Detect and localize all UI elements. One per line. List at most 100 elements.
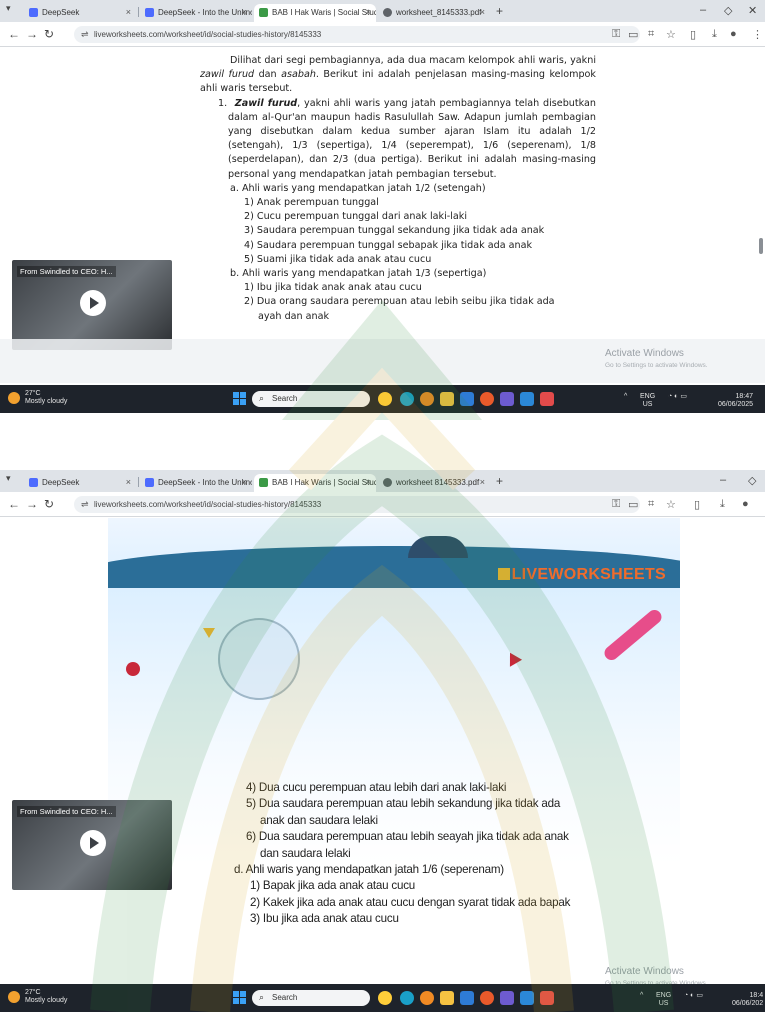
close-window-button[interactable]: ✕: [748, 4, 757, 17]
site-info-icon[interactable]: ⇌: [81, 499, 89, 510]
play-icon[interactable]: [80, 290, 106, 316]
cast-icon[interactable]: ▭: [628, 498, 638, 511]
tray-chevron-icon[interactable]: ^: [624, 393, 627, 401]
tab-deepseek[interactable]: DeepSeek ×: [24, 474, 136, 492]
back-icon[interactable]: ←: [8, 497, 20, 511]
language-indicator[interactable]: ENG US: [640, 393, 655, 409]
brand-text: LIVEWORKSHEETS: [511, 566, 666, 583]
clock[interactable]: 18:4 06/06/202: [732, 992, 763, 1008]
network-icon[interactable]: ◔ ◐ ▭: [668, 393, 687, 401]
menu-kebab-icon[interactable]: ⋮: [752, 28, 763, 41]
download-icon[interactable]: ⤓: [720, 498, 725, 511]
close-icon[interactable]: ×: [126, 7, 131, 17]
translate-icon[interactable]: ⌗: [648, 28, 654, 41]
app-icon[interactable]: [500, 392, 514, 406]
maximize-button[interactable]: ◇: [748, 474, 756, 487]
taskbar-search[interactable]: ⌕ Search: [252, 990, 370, 1006]
reload-icon[interactable]: ↻: [44, 27, 54, 41]
new-tab-button[interactable]: +: [496, 4, 503, 18]
scrollbar-thumb[interactable]: [759, 238, 763, 254]
app-icon[interactable]: [500, 991, 514, 1005]
bookmark-star-icon[interactable]: ☆: [666, 28, 676, 41]
profile-avatar[interactable]: ●: [730, 28, 737, 40]
password-key-icon[interactable]: ⚿: [612, 498, 620, 511]
store-icon[interactable]: [460, 392, 474, 406]
reload-icon[interactable]: ↻: [44, 497, 54, 511]
sidebar-icon[interactable]: ▯: [694, 498, 700, 511]
app-icon[interactable]: [480, 392, 494, 406]
profile-avatar[interactable]: ●: [742, 498, 749, 510]
copilot-icon[interactable]: [378, 392, 392, 406]
edge-icon[interactable]: [400, 991, 414, 1005]
password-key-icon[interactable]: ⚿: [612, 28, 620, 41]
taskbar-search[interactable]: ⌕ Search: [252, 391, 370, 407]
clock[interactable]: 18:47 06/06/2025: [718, 393, 753, 409]
url-field[interactable]: ⇌ liveworksheets.com/worksheet/id/social…: [74, 496, 640, 513]
start-button[interactable]: [233, 392, 247, 406]
tab-worksheet-pdf[interactable]: worksheet_8145333.pdf ×: [378, 4, 490, 22]
tab-deepseek-into-unknown[interactable]: DeepSeek - Into the Unknown ×: [140, 474, 252, 492]
weather-widget[interactable]: 27°C Mostly cloudy: [8, 390, 67, 406]
tab-bab-hak-waris[interactable]: BAB I Hak Waris | Social Studie ×: [254, 4, 376, 22]
activate-title: Activate Windows: [605, 348, 684, 359]
weather-widget[interactable]: 27°C Mostly cloudy: [8, 989, 67, 1005]
file-explorer-icon[interactable]: [440, 991, 454, 1005]
tab-search-icon[interactable]: ▾: [6, 3, 11, 14]
forward-icon[interactable]: →: [26, 27, 38, 41]
maximize-button[interactable]: ◇: [724, 4, 732, 17]
subheading-b: b. Ahli waris yang mendapatkan jatah 1/3…: [230, 268, 487, 280]
download-icon[interactable]: ⤓: [712, 28, 717, 41]
weather-temp: 27°C: [24, 989, 41, 996]
close-icon[interactable]: ×: [366, 7, 371, 17]
app-icon[interactable]: [480, 991, 494, 1005]
decorative-triangle: [503, 649, 523, 667]
floating-video-player[interactable]: From Swindled to CEO: H...: [12, 800, 172, 890]
close-icon[interactable]: ×: [480, 7, 485, 17]
search-label: Search: [272, 394, 298, 403]
search-icon: ⌕: [259, 393, 265, 403]
worksheet-line: 1) Bapak jika ada anak atau cucu: [250, 879, 416, 893]
store-icon[interactable]: [460, 991, 474, 1005]
copilot-icon[interactable]: [378, 991, 392, 1005]
edge-icon[interactable]: [400, 392, 414, 406]
close-icon[interactable]: ×: [242, 7, 247, 17]
forward-icon[interactable]: →: [26, 497, 38, 511]
deepseek-icon: [29, 478, 38, 487]
tab-worksheet-pdf[interactable]: worksheet 8145333.pdf ×: [378, 474, 490, 492]
tray-chevron-icon[interactable]: ^: [640, 992, 643, 1000]
minimize-button[interactable]: –: [700, 4, 706, 16]
site-info-icon[interactable]: ⇌: [81, 29, 89, 40]
tab-label: DeepSeek - Into the Unknown: [158, 8, 252, 17]
close-icon[interactable]: ×: [480, 477, 485, 487]
video-title: From Swindled to CEO: H...: [17, 806, 116, 817]
back-icon[interactable]: ←: [8, 27, 20, 41]
close-icon[interactable]: ×: [126, 477, 131, 487]
sidebar-icon[interactable]: ▯: [690, 28, 696, 41]
app-icon[interactable]: [540, 392, 554, 406]
network-icon[interactable]: ◔ ◐ ▭: [684, 992, 703, 1000]
floating-video-player[interactable]: From Swindled to CEO: H...: [12, 260, 172, 350]
app-icon[interactable]: [520, 392, 534, 406]
new-tab-button[interactable]: +: [496, 474, 503, 488]
cast-icon[interactable]: ▭: [628, 28, 638, 41]
tab-deepseek-into-unknown[interactable]: DeepSeek - Into the Unknown ×: [140, 4, 252, 22]
tab-search-icon[interactable]: ▾: [6, 473, 11, 484]
close-icon[interactable]: ×: [242, 477, 247, 487]
translate-icon[interactable]: ⌗: [648, 498, 654, 511]
close-icon[interactable]: ×: [366, 477, 371, 487]
chrome-icon[interactable]: [420, 991, 434, 1005]
bookmark-star-icon[interactable]: ☆: [666, 498, 676, 511]
worksheet-line: dan saudara lelaki: [260, 846, 351, 860]
minimize-button[interactable]: –: [720, 474, 726, 486]
app-icon[interactable]: [540, 991, 554, 1005]
app-icon[interactable]: [520, 991, 534, 1005]
file-explorer-icon[interactable]: [440, 392, 454, 406]
chrome-icon[interactable]: [420, 392, 434, 406]
language-indicator[interactable]: ENG US: [656, 992, 671, 1008]
tab-deepseek[interactable]: DeepSeek ×: [24, 4, 136, 22]
address-bar: ← → ↻ ⇌ liveworksheets.com/worksheet/id/…: [0, 22, 765, 47]
url-field[interactable]: ⇌ liveworksheets.com/worksheet/id/social…: [74, 26, 640, 43]
play-icon[interactable]: [80, 830, 106, 856]
start-button[interactable]: [233, 991, 247, 1005]
tab-bab-hak-waris[interactable]: BAB I Hak Waris | Social Studie ×: [254, 474, 376, 492]
